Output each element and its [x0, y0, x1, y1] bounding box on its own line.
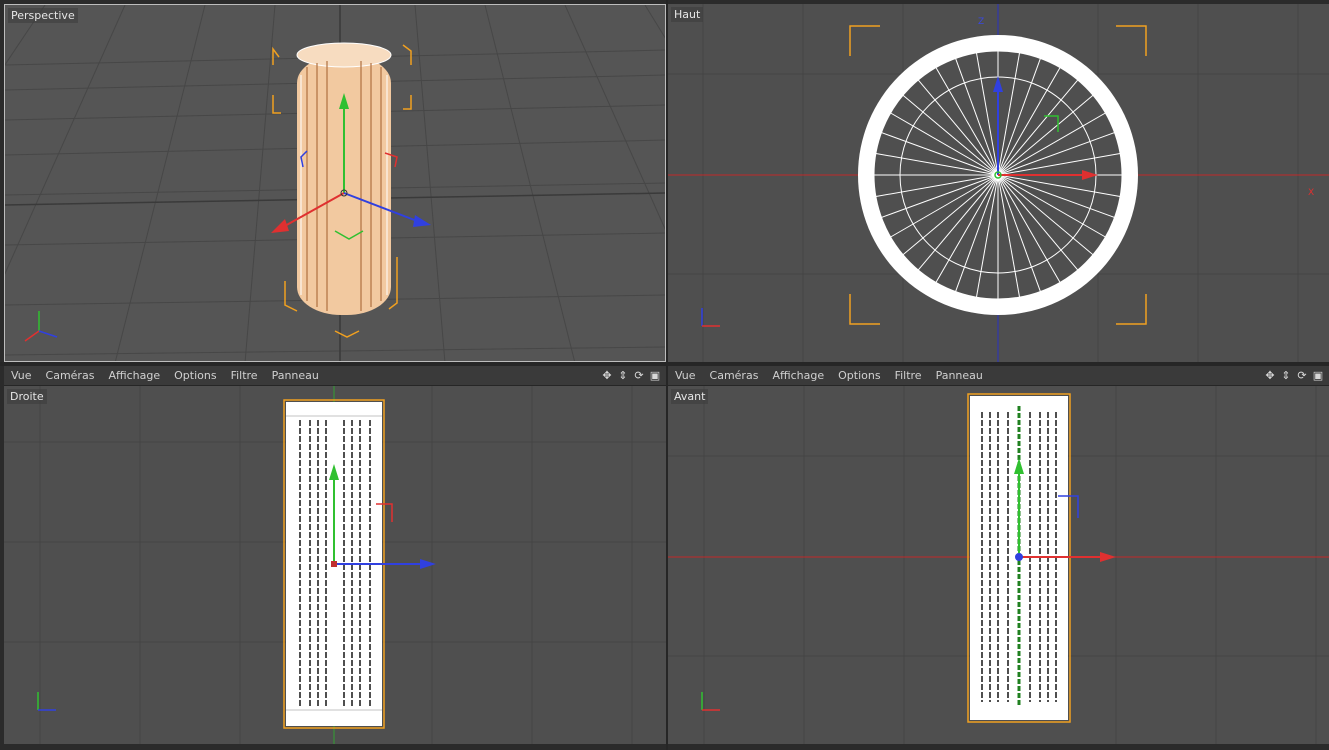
menu-filtre[interactable]: Filtre: [224, 369, 265, 382]
menu-vue[interactable]: Vue: [4, 369, 39, 382]
zoom-icon[interactable]: ⇕: [616, 369, 630, 383]
right-canvas[interactable]: [4, 386, 666, 744]
move-icon[interactable]: ✥: [1263, 369, 1277, 383]
menu-affichage[interactable]: Affichage: [101, 369, 167, 382]
axis-indicator: [701, 692, 720, 711]
axis-label-z: Z: [978, 17, 984, 27]
viewport-menubar-right: Vue Caméras Affichage Options Filtre Pan…: [4, 366, 666, 386]
menu-options[interactable]: Options: [167, 369, 223, 382]
menu-filtre[interactable]: Filtre: [888, 369, 929, 382]
rotate-icon[interactable]: ⟳: [632, 369, 646, 383]
maximize-icon[interactable]: ▣: [1311, 369, 1325, 383]
viewport-label: Droite: [7, 389, 47, 404]
menu-cameras[interactable]: Caméras: [703, 369, 766, 382]
menu-panneau[interactable]: Panneau: [929, 369, 990, 382]
menu-cameras[interactable]: Caméras: [39, 369, 102, 382]
top-canvas[interactable]: Z X: [668, 4, 1329, 362]
front-canvas[interactable]: [668, 386, 1329, 744]
perspective-canvas[interactable]: [5, 5, 666, 362]
menu-affichage[interactable]: Affichage: [765, 369, 831, 382]
menu-options[interactable]: Options: [831, 369, 887, 382]
viewport-label: Perspective: [8, 8, 78, 23]
axis-indicator: [24, 311, 58, 342]
move-icon[interactable]: ✥: [600, 369, 614, 383]
viewport-top[interactable]: Z X Haut: [668, 4, 1329, 362]
viewport-front[interactable]: Avant: [668, 386, 1329, 744]
viewport-right[interactable]: Droite: [4, 386, 666, 744]
menu-vue[interactable]: Vue: [668, 369, 703, 382]
viewport-separator-horizontal[interactable]: [0, 362, 1329, 366]
viewport-menubar-front: Vue Caméras Affichage Options Filtre Pan…: [668, 366, 1329, 386]
rotate-icon[interactable]: ⟳: [1295, 369, 1309, 383]
axis-label-x: X: [1308, 188, 1314, 198]
axis-indicator: [701, 308, 720, 327]
viewport-label: Avant: [671, 389, 709, 404]
viewport-label: Haut: [671, 7, 704, 22]
viewport-separator-vertical[interactable]: [666, 0, 668, 750]
menu-panneau[interactable]: Panneau: [265, 369, 326, 382]
maximize-icon[interactable]: ▣: [648, 369, 662, 383]
zoom-icon[interactable]: ⇕: [1279, 369, 1293, 383]
viewport-perspective[interactable]: Perspective: [4, 4, 666, 362]
axis-indicator: [37, 692, 56, 711]
